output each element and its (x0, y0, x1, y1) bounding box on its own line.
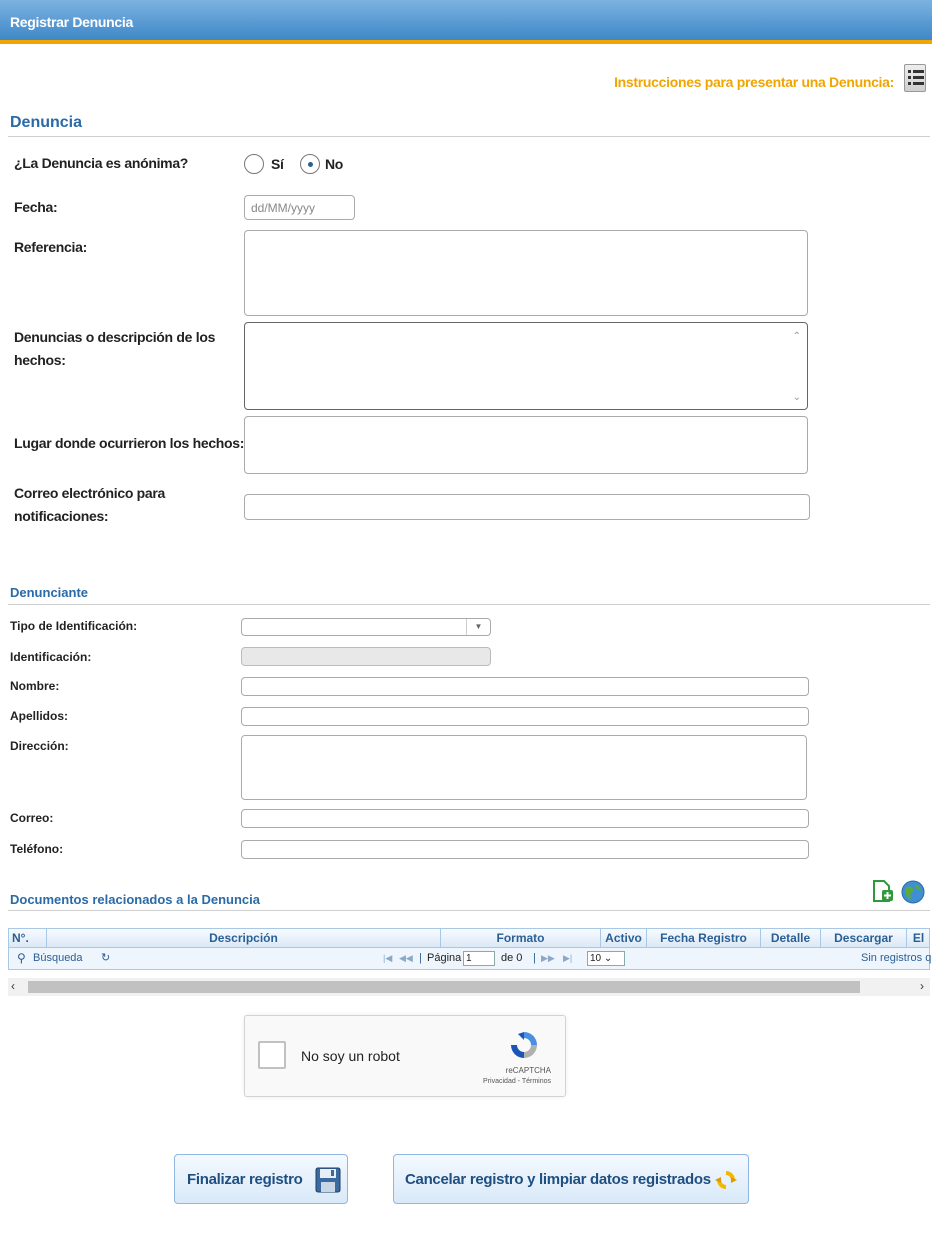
section-title-documents: Documentos relacionados a la Denuncia (10, 892, 260, 907)
next-page-icon[interactable]: ▶▶ (541, 953, 555, 964)
description-textarea[interactable]: ⌃ ⌄ (244, 322, 808, 410)
prev-page-icon[interactable]: ◀◀ (399, 953, 413, 964)
radio-no[interactable] (300, 154, 320, 174)
phone-label: Teléfono: (10, 842, 64, 856)
address-label: Dirección: (10, 739, 69, 753)
page-size-select[interactable]: 10 ⌄ (587, 951, 625, 966)
cancel-button[interactable]: Cancelar registro y limpiar datos regist… (393, 1154, 749, 1204)
first-page-icon[interactable]: |◀ (383, 953, 392, 964)
column-download[interactable]: Descargar (821, 929, 907, 948)
title-bar: Registrar Denuncia (0, 0, 932, 44)
search-label[interactable]: Búsqueda (33, 952, 83, 964)
name-label: Nombre: (10, 679, 60, 693)
place-label: Lugar donde ocurrieron los hechos: (14, 435, 245, 451)
horizontal-scrollbar[interactable]: ‹ › (8, 978, 930, 996)
reference-label: Referencia: (14, 239, 87, 255)
scrollbar-thumb[interactable] (28, 981, 860, 993)
scroll-up-icon[interactable]: ⌃ (793, 331, 801, 342)
cancel-button-label: Cancelar registro y limpiar datos regist… (405, 1171, 711, 1188)
surname-label: Apellidos: (10, 709, 69, 723)
recaptcha-widget: No soy un robot reCAPTCHA Privacidad - T… (244, 1015, 566, 1097)
column-delete[interactable]: El (907, 929, 930, 948)
recaptcha-logo-icon (507, 1028, 541, 1062)
empty-records-text: Sin registros qu (861, 952, 932, 964)
address-textarea[interactable] (241, 735, 807, 800)
id-label: Identificación: (10, 650, 92, 664)
date-label: Fecha: (14, 199, 58, 215)
description-label: Denuncias o descripción de los hechos: (14, 329, 216, 368)
id-input (241, 647, 491, 666)
email-notification-label: Correo electrónico para notificaciones: (14, 485, 166, 524)
pager-separator: | (533, 952, 536, 964)
column-detail[interactable]: Detalle (761, 929, 821, 948)
add-document-icon[interactable] (868, 878, 894, 904)
reference-textarea[interactable] (244, 230, 808, 316)
section-title-denunciante: Denunciante (10, 585, 89, 600)
scroll-down-icon[interactable]: ⌄ (793, 392, 801, 403)
refresh-icon[interactable]: ↻ (101, 951, 110, 964)
radio-selected-dot (308, 162, 313, 167)
pager-separator: | (419, 952, 422, 964)
divider (8, 604, 930, 605)
page-label: Página (427, 952, 462, 964)
place-textarea[interactable] (244, 416, 808, 474)
email-notification-input[interactable] (244, 494, 810, 520)
chevron-down-icon[interactable]: ▼ (466, 619, 490, 635)
recaptcha-links[interactable]: Privacidad - Términos (483, 1078, 551, 1085)
scroll-right-icon[interactable]: › (920, 979, 924, 993)
globe-icon[interactable] (900, 879, 926, 905)
refresh-icon (714, 1168, 738, 1192)
section-title-denuncia: Denuncia (10, 114, 83, 131)
anonymous-label: ¿La Denuncia es anónima? (14, 155, 189, 171)
page-total: de 0 (501, 952, 523, 964)
date-placeholder: dd/MM/yyyy (251, 201, 316, 215)
instructions-link[interactable]: Instrucciones para presentar una Denunci… (614, 74, 894, 90)
phone-input[interactable] (241, 840, 809, 859)
page-input[interactable]: 1 (463, 951, 495, 966)
id-type-label: Tipo de Identificación: (10, 619, 138, 633)
scroll-left-icon[interactable]: ‹ (11, 979, 15, 993)
column-active[interactable]: Activo (601, 929, 647, 948)
divider (8, 136, 930, 137)
page-title: Registrar Denuncia (10, 14, 133, 30)
surname-input[interactable] (241, 707, 809, 726)
recaptcha-label: No soy un robot (301, 1048, 400, 1064)
column-description[interactable]: Descripción (47, 929, 441, 948)
column-date[interactable]: Fecha Registro (647, 929, 761, 948)
divider (8, 910, 930, 911)
list-icon[interactable] (904, 64, 926, 92)
save-icon (315, 1167, 341, 1193)
radio-yes-label: Sí (271, 156, 284, 172)
column-format[interactable]: Formato (441, 929, 601, 948)
recaptcha-checkbox[interactable] (258, 1041, 286, 1069)
search-icon[interactable]: ⚲ (17, 951, 26, 965)
chevron-down-icon: ⌄ (603, 953, 613, 964)
name-input[interactable] (241, 677, 809, 696)
date-input[interactable]: dd/MM/yyyy (244, 195, 355, 220)
last-page-icon[interactable]: ▶| (563, 953, 572, 964)
finish-button-label: Finalizar registro (187, 1171, 303, 1188)
page-size-value: 10 (590, 953, 602, 964)
recaptcha-brand: reCAPTCHA (505, 1066, 551, 1075)
finish-button[interactable]: Finalizar registro (174, 1154, 348, 1204)
radio-no-label: No (325, 156, 344, 172)
email-input[interactable] (241, 809, 809, 828)
email-label: Correo: (10, 811, 54, 825)
documents-grid-header: N°. Descripción Formato Activo Fecha Reg… (8, 928, 930, 948)
radio-yes[interactable] (244, 154, 264, 174)
documents-pager: ⚲ Búsqueda ↻ |◀ ◀◀ | Página 1 de 0 | ▶▶ … (8, 948, 932, 970)
id-type-select[interactable]: ▼ (241, 618, 491, 636)
column-number[interactable]: N°. (9, 929, 47, 948)
